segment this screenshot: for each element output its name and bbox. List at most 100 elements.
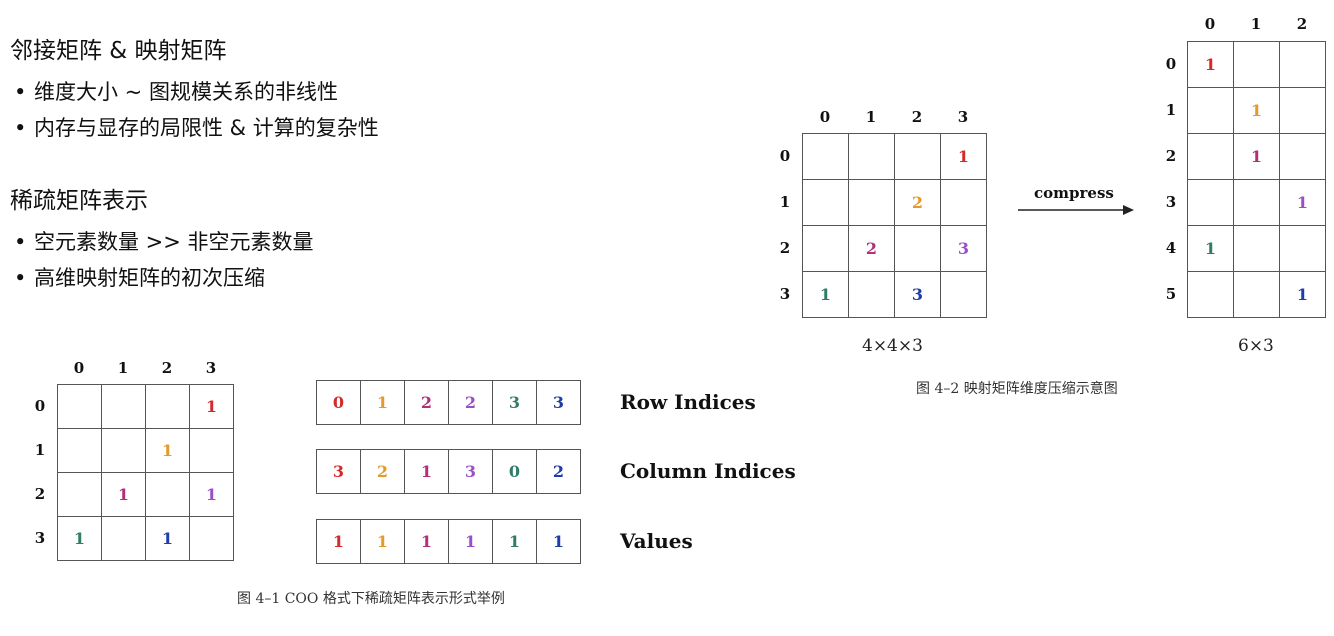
matrix-cell: [1188, 180, 1234, 226]
matrix-cell: 1: [941, 134, 987, 180]
bullet-text: 高维映射矩阵的初次压缩: [34, 266, 265, 290]
matrix-cell: [849, 272, 895, 318]
array-label: Row Indices: [620, 390, 756, 414]
column-index-label: 3: [205, 359, 217, 377]
array-cell: 1: [405, 450, 449, 494]
row-index-label: 2: [1165, 147, 1177, 165]
matrix-cell: 1: [803, 272, 849, 318]
bullet-text: 维度大小 ~ 图规模关系的非线性: [34, 80, 338, 104]
matrix-cell: 1: [1188, 226, 1234, 272]
bullet-item-memory: • 内存与显存的局限性 & 计算的复杂性: [0, 114, 379, 142]
matrix-cell: [1234, 272, 1280, 318]
column-index-label: 1: [865, 108, 877, 126]
figure-caption-4-1: 图 4–1 COO 格式下稀疏矩阵表示形式举例: [237, 591, 505, 607]
column-index-label: 2: [161, 359, 173, 377]
column-index-label: 0: [73, 359, 85, 377]
bullet-dot: •: [14, 266, 27, 290]
array-cell: 2: [361, 450, 405, 494]
bullet-dot: •: [14, 116, 27, 140]
matrix-cell: [803, 180, 849, 226]
array-cell: 1: [361, 520, 405, 564]
matrix-cell: 1: [58, 517, 102, 561]
matrix-cell: 3: [895, 272, 941, 318]
coo-array-row-indices: 012233: [316, 380, 581, 425]
section-title-sparse: 稀疏矩阵表示: [10, 188, 148, 214]
coo-array-column-indices: 321302: [316, 449, 581, 494]
matrix-cell: [1280, 134, 1326, 180]
array-label: Column Indices: [620, 459, 796, 483]
row-index-label: 4: [1165, 239, 1177, 257]
array-cell: 2: [449, 381, 493, 425]
array-cell: 2: [537, 450, 581, 494]
matrix-cell: 1: [1280, 180, 1326, 226]
matrix-cell: [1188, 272, 1234, 318]
array-cell: 2: [405, 381, 449, 425]
matrix-cell: [102, 385, 146, 429]
matrix-cell: [1234, 42, 1280, 88]
matrix-cell: [146, 385, 190, 429]
array-cell: 0: [493, 450, 537, 494]
row-index-label: 1: [779, 193, 791, 211]
matrix-cell: 1: [1234, 134, 1280, 180]
matrix-cell: [895, 134, 941, 180]
array-cell: 1: [405, 520, 449, 564]
matrix-cell: 1: [146, 429, 190, 473]
matrix-cell: [1280, 42, 1326, 88]
array-cell: 3: [317, 450, 361, 494]
compress-arrow-icon: [1018, 205, 1134, 215]
matrix-cell: 1: [1234, 88, 1280, 134]
row-index-label: 1: [34, 441, 46, 459]
matrix-cell: [1234, 180, 1280, 226]
matrix-cell: [803, 226, 849, 272]
dimension-label-right: 6×3: [1238, 336, 1274, 356]
array-cell: 1: [449, 520, 493, 564]
section-title-matrices: 邻接矩阵 & 映射矩阵: [10, 38, 227, 64]
coo-array-values: 111111: [316, 519, 581, 564]
column-index-label: 1: [117, 359, 129, 377]
column-index-label: 1: [1250, 15, 1262, 33]
row-index-label: 1: [1165, 101, 1177, 119]
matrix-cell: 1: [146, 517, 190, 561]
matrix-cell: [190, 429, 234, 473]
array-label: Values: [620, 529, 693, 553]
matrix-cell: [190, 517, 234, 561]
matrix-cell: [849, 180, 895, 226]
matrix-cell: [941, 180, 987, 226]
column-index-label: 0: [1204, 15, 1216, 33]
array-cell: 3: [493, 381, 537, 425]
row-index-label: 3: [779, 285, 791, 303]
row-index-label: 3: [1165, 193, 1177, 211]
matrix-cell: [58, 385, 102, 429]
array-cell: 0: [317, 381, 361, 425]
matrix-cell: [895, 226, 941, 272]
row-index-label: 3: [34, 529, 46, 547]
sparse-matrix-grid: 111111: [57, 384, 234, 561]
row-index-label: 2: [779, 239, 791, 257]
matrix-cell: 1: [102, 473, 146, 517]
row-index-label: 0: [779, 147, 791, 165]
matrix-cell: 2: [895, 180, 941, 226]
bullet-text: 空元素数量 >> 非空元素数量: [34, 230, 314, 254]
figure-caption-4-2: 图 4–2 映射矩阵维度压缩示意图: [916, 381, 1118, 397]
row-index-label: 0: [34, 397, 46, 415]
matrix-cell: 3: [941, 226, 987, 272]
array-cell: 3: [537, 381, 581, 425]
matrix-cell: [1280, 88, 1326, 134]
matrix-cell: [58, 429, 102, 473]
column-index-label: 0: [819, 108, 831, 126]
bullet-item-dimension: • 维度大小 ~ 图规模关系的非线性: [0, 78, 338, 106]
dimension-label-left: 4×4×3: [862, 336, 923, 356]
matrix-cell: 1: [190, 385, 234, 429]
row-index-label: 5: [1165, 285, 1177, 303]
compressed-matrix-grid: 111111: [1187, 41, 1326, 318]
array-cell: 1: [537, 520, 581, 564]
matrix-cell: [1234, 226, 1280, 272]
matrix-cell: 1: [1280, 272, 1326, 318]
mapping-matrix-grid: 122313: [802, 133, 987, 318]
matrix-cell: [1188, 134, 1234, 180]
matrix-cell: [58, 473, 102, 517]
bullet-dot: •: [14, 230, 27, 254]
matrix-cell: [146, 473, 190, 517]
row-index-label: 0: [1165, 55, 1177, 73]
matrix-cell: 2: [849, 226, 895, 272]
